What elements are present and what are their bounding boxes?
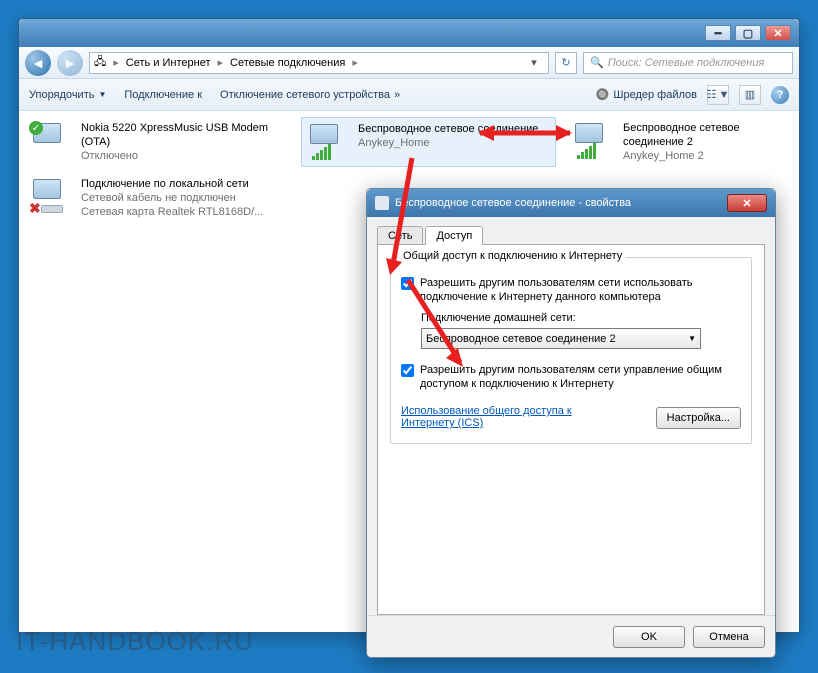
dialog-close-button[interactable]: ✕ bbox=[727, 194, 767, 212]
dialog-footer: OK Отмена bbox=[367, 615, 775, 657]
item-name: Подключение по локальной сети bbox=[81, 177, 263, 191]
item-ssid: Anykey_Home bbox=[358, 136, 538, 150]
ics-groupbox: Общий доступ к подключению к Интернету Р… bbox=[390, 257, 752, 444]
forward-button[interactable]: ► bbox=[57, 50, 83, 76]
dialog-title: Беспроводное сетевое соединение - свойст… bbox=[395, 197, 721, 209]
allow-control-checkbox[interactable] bbox=[401, 364, 414, 377]
search-placeholder: Поиск: Сетевые подключения bbox=[608, 57, 765, 69]
dialog-icon bbox=[375, 196, 389, 210]
disable-label: Отключение сетевого устройства bbox=[220, 89, 390, 101]
item-ssid: Anykey_Home 2 bbox=[623, 149, 783, 163]
minimize-button[interactable]: ━ bbox=[705, 25, 731, 41]
item-name: Nokia 5220 XpressMusic USB Modem (OTA) bbox=[81, 121, 276, 149]
breadcrumb-segment[interactable]: Сеть и Интернет bbox=[126, 57, 211, 69]
dialog-titlebar: Беспроводное сетевое соединение - свойст… bbox=[367, 189, 775, 217]
shredder-icon: 🔘 bbox=[596, 88, 610, 101]
network-icon: 🖧 bbox=[94, 53, 106, 72]
connect-to-button[interactable]: Подключение к bbox=[124, 89, 202, 101]
connection-item-nokia[interactable]: ✓ Nokia 5220 XpressMusic USB Modem (OTA)… bbox=[25, 117, 280, 167]
combo-value: Беспроводное сетевое соединение 2 bbox=[426, 333, 616, 345]
back-button[interactable]: ◄ bbox=[25, 50, 51, 76]
item-name: Беспроводное сетевое соединение bbox=[358, 122, 538, 136]
organize-button[interactable]: Упорядочить▼ bbox=[29, 89, 106, 101]
tab-strip: Сеть Доступ bbox=[377, 226, 765, 245]
view-mode-button[interactable]: ☷▼ bbox=[707, 85, 729, 105]
breadcrumb-segment[interactable]: Сетевые подключения bbox=[230, 57, 345, 69]
item-status: Отключено bbox=[81, 149, 276, 163]
chevron-down-icon: ▼ bbox=[688, 334, 696, 343]
search-icon: 🔍 bbox=[590, 56, 604, 69]
help-button[interactable]: ? bbox=[771, 86, 789, 104]
shredder-label: Шредер файлов bbox=[613, 89, 697, 101]
allow-share-checkbox[interactable] bbox=[401, 277, 414, 290]
nav-bar: ◄ ► 🖧 ▸ Сеть и Интернет ▸ Сетевые подклю… bbox=[19, 47, 799, 79]
maximize-button[interactable]: ▢ bbox=[735, 25, 761, 41]
tab-network[interactable]: Сеть bbox=[377, 226, 423, 245]
watermark: IT-HANDBOOK.RU bbox=[16, 626, 254, 657]
groupbox-legend: Общий доступ к подключению к Интернету bbox=[399, 250, 626, 262]
home-network-combo[interactable]: Беспроводное сетевое соединение 2 ▼ bbox=[421, 328, 701, 349]
connection-item-lan[interactable]: ✖ Подключение по локальной сети Сетевой … bbox=[25, 173, 325, 223]
connection-item-wifi1[interactable]: Беспроводное сетевое соединение Anykey_H… bbox=[301, 117, 556, 167]
ics-help-link[interactable]: Использование общего доступа к Интернету… bbox=[401, 405, 581, 429]
wifi-icon bbox=[571, 121, 615, 161]
item-status: Сетевой кабель не подключен bbox=[81, 191, 263, 205]
close-button[interactable]: ✕ bbox=[765, 25, 791, 41]
cancel-button[interactable]: Отмена bbox=[693, 626, 765, 648]
connection-item-wifi2[interactable]: Беспроводное сетевое соединение 2 Anykey… bbox=[567, 117, 787, 167]
search-input[interactable]: 🔍 Поиск: Сетевые подключения bbox=[583, 52, 793, 74]
item-adapter: Сетевая карта Realtek RTL8168D/... bbox=[81, 205, 263, 219]
modem-icon: ✓ bbox=[29, 121, 73, 161]
organize-label: Упорядочить bbox=[29, 89, 94, 101]
toolbar: Упорядочить▼ Подключение к Отключение се… bbox=[19, 79, 799, 111]
disable-device-button[interactable]: Отключение сетевого устройства » bbox=[220, 89, 400, 101]
refresh-button[interactable]: ↻ bbox=[555, 52, 577, 74]
allow-share-label: Разрешить другим пользователям сети испо… bbox=[420, 276, 741, 304]
ethernet-icon: ✖ bbox=[29, 177, 73, 217]
address-dropdown-icon[interactable]: ▾ bbox=[524, 56, 544, 69]
item-name: Беспроводное сетевое соединение 2 bbox=[623, 121, 783, 149]
preview-pane-button[interactable]: ▥ bbox=[739, 85, 761, 105]
address-bar[interactable]: 🖧 ▸ Сеть и Интернет ▸ Сетевые подключени… bbox=[89, 52, 549, 74]
shredder-button[interactable]: 🔘 Шредер файлов bbox=[596, 88, 697, 101]
home-network-label: Подключение домашней сети: bbox=[421, 312, 741, 324]
allow-control-label: Разрешить другим пользователям сети упра… bbox=[420, 363, 741, 391]
ok-button[interactable]: OK bbox=[613, 626, 685, 648]
properties-dialog: Беспроводное сетевое соединение - свойст… bbox=[366, 188, 776, 658]
wifi-icon bbox=[306, 122, 350, 162]
explorer-titlebar: ━ ▢ ✕ bbox=[19, 19, 799, 47]
tab-panel-sharing: Общий доступ к подключению к Интернету Р… bbox=[377, 244, 765, 615]
tab-sharing[interactable]: Доступ bbox=[425, 226, 483, 245]
settings-button[interactable]: Настройка... bbox=[656, 407, 741, 429]
